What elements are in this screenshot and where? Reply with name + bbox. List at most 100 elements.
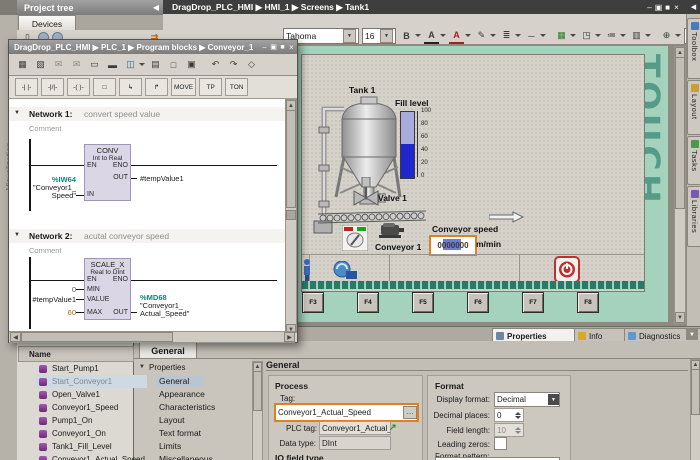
fill-level-bar[interactable] bbox=[400, 111, 415, 179]
hide-comments-icon[interactable]: ✉ bbox=[69, 58, 84, 72]
libraries-tab[interactable]: Libraries bbox=[687, 186, 700, 247]
line-weight-button[interactable]: ─ bbox=[524, 29, 546, 43]
leading-zeros-checkbox[interactable] bbox=[494, 437, 507, 450]
font-size-select[interactable]: 16 ▼ bbox=[362, 28, 396, 44]
fkey-f8[interactable]: F8 bbox=[577, 292, 599, 313]
nav-item-layout[interactable]: Layout bbox=[159, 415, 185, 425]
network2-comment[interactable]: Comment bbox=[29, 246, 62, 255]
tag-row[interactable]: Conveyor1_Actual_Speed bbox=[35, 453, 147, 460]
favorites-toggle-icon[interactable]: ▤ bbox=[148, 58, 163, 72]
go-to-next-icon[interactable]: ↷ bbox=[226, 58, 241, 72]
toolbox-tab[interactable]: Toolbox bbox=[687, 18, 700, 79]
fkey-f5[interactable]: F5 bbox=[412, 292, 434, 313]
conveyor-label[interactable]: Conveyor 1 bbox=[375, 242, 421, 252]
lad-vscrollbar[interactable]: ▲ ▼ bbox=[285, 99, 297, 333]
lad-hscroll-thumb[interactable] bbox=[21, 332, 173, 342]
fkey-f7[interactable]: F7 bbox=[522, 292, 544, 313]
plc-tag-field[interactable]: Conveyor1_Actual_Spe.. bbox=[319, 421, 391, 435]
absolute-relative-button[interactable]: ◫ bbox=[123, 58, 145, 72]
scroll-down-icon[interactable]: ▼ bbox=[675, 312, 685, 323]
arrange-button[interactable]: ▥ bbox=[629, 29, 651, 43]
plc-tag-link-icon[interactable]: ↗ bbox=[389, 422, 397, 433]
spin-up-icon[interactable] bbox=[515, 412, 521, 415]
empty-box-icon[interactable]: □ bbox=[93, 78, 116, 96]
collapse-networks-icon[interactable]: ▭ bbox=[87, 58, 102, 72]
border-style-button[interactable]: ✎ bbox=[474, 29, 496, 43]
conv-out-operand[interactable]: #tempValue1 bbox=[140, 174, 184, 183]
decimal-places-spinner[interactable]: 0 bbox=[494, 408, 524, 422]
valve-label[interactable]: Valve 1 bbox=[378, 193, 407, 203]
tag-list-header[interactable]: Name bbox=[18, 346, 134, 362]
move-instruction-button[interactable]: MOVE bbox=[171, 78, 196, 96]
devices-tab[interactable]: Devices bbox=[18, 15, 76, 31]
lad-scroll-thumb[interactable] bbox=[286, 110, 296, 208]
inspector-tab-menu-icon[interactable]: ▼ bbox=[686, 329, 698, 340]
go-to-previous-icon[interactable]: ↶ bbox=[208, 58, 223, 72]
tag-row[interactable]: Conveyor1_Speed bbox=[35, 401, 147, 414]
open-branch-icon[interactable]: ↳ bbox=[119, 78, 142, 96]
nav-item-miscellaneous[interactable]: Miscellaneous bbox=[159, 454, 213, 460]
tag-row[interactable]: Conveyor1_On bbox=[35, 427, 147, 440]
coil-icon[interactable]: -( )- bbox=[67, 78, 90, 96]
free-form-comment-icon[interactable]: ◇ bbox=[244, 58, 259, 72]
project-tree-collapse-icon[interactable]: ◀ bbox=[153, 3, 159, 12]
maximize-editor-icon[interactable]: ■ bbox=[663, 3, 672, 12]
tag-row[interactable]: Pump1_On bbox=[35, 414, 147, 427]
network1-title[interactable]: convert speed value bbox=[84, 109, 160, 119]
restore-editor-icon[interactable]: ▣ bbox=[654, 3, 663, 12]
hmi-editor-vscrollbar[interactable]: ▲ ▼ bbox=[674, 46, 686, 324]
plc-minimize-icon[interactable]: – bbox=[260, 44, 269, 51]
pump-icon[interactable] bbox=[332, 261, 358, 281]
bold-button[interactable]: B bbox=[399, 29, 421, 43]
close-branch-icon[interactable]: ↱ bbox=[145, 78, 168, 96]
conveyor-speed-label[interactable]: Conveyor speed bbox=[432, 224, 498, 234]
contact-no-icon[interactable]: -| |- bbox=[15, 78, 38, 96]
scale-max-operand[interactable]: 60 bbox=[29, 308, 76, 317]
status-on-icon[interactable]: □ bbox=[166, 58, 181, 72]
hmi-screen[interactable]: Tank 1 Fill level 100 80 60 40 20 0 bbox=[301, 54, 645, 292]
lad-editor[interactable]: ▼ Network 1: convert speed value Comment… bbox=[9, 99, 297, 333]
tag-field[interactable]: Conveyor1_Actual_Speed … bbox=[274, 403, 419, 422]
plc-maximize-icon[interactable]: ■ bbox=[278, 44, 287, 51]
rotate-button[interactable]: ◳ bbox=[579, 29, 601, 43]
tag-row[interactable]: Start_Pump1 bbox=[35, 362, 147, 375]
display-format-dropdown-icon[interactable]: ▼ bbox=[548, 394, 559, 405]
status-off-icon[interactable]: ▣ bbox=[184, 58, 199, 72]
close-editor-icon[interactable]: × bbox=[672, 3, 681, 12]
fkey-f6[interactable]: F6 bbox=[467, 292, 489, 313]
delete-network-icon[interactable]: ▧ bbox=[33, 58, 48, 72]
tag-row[interactable]: Tank1_Fill_Level bbox=[35, 440, 147, 453]
font-family-dropdown-icon[interactable]: ▼ bbox=[343, 29, 356, 43]
plc-editor-breadcrumb[interactable]: DragDrop_PLC_HMI ▶ PLC_1 ▶ Program block… bbox=[14, 43, 253, 52]
data-type-field[interactable]: DInt bbox=[319, 436, 391, 450]
fill-level-label[interactable]: Fill level bbox=[395, 98, 429, 108]
hmi-editor-breadcrumb[interactable]: DragDrop_PLC_HMI ▶ HMI_1 ▶ Screens ▶ Tan… bbox=[172, 2, 369, 13]
font-color-button[interactable]: A bbox=[424, 28, 446, 44]
inspector-nav-scrollbar[interactable]: ▲ bbox=[252, 361, 263, 460]
tag-browse-button[interactable]: … bbox=[403, 406, 417, 419]
lad-hscrollbar[interactable]: ◀ ▶ bbox=[9, 331, 295, 343]
tp-instruction-button[interactable]: TP bbox=[199, 78, 222, 96]
nav-item-limits[interactable]: Limits bbox=[159, 441, 181, 451]
network1-header[interactable]: ▼ Network 1: convert speed value bbox=[9, 107, 285, 121]
show-comments-icon[interactable]: ✉ bbox=[51, 58, 66, 72]
tank-label[interactable]: Tank 1 bbox=[349, 85, 375, 95]
network2-header[interactable]: ▼ Network 2: acutal conveyor speed bbox=[9, 229, 285, 243]
line-style-button[interactable]: ≣ bbox=[499, 29, 521, 43]
scale-value-operand[interactable]: #tempValue1 bbox=[19, 295, 76, 304]
plc-window-titlebar[interactable]: DragDrop_PLC_HMI ▶ PLC_1 ▶ Program block… bbox=[9, 40, 297, 54]
zoom-tool-button[interactable]: ⊕ bbox=[659, 29, 681, 43]
plc-editor-window[interactable]: DragDrop_PLC_HMI ▶ PLC_1 ▶ Program block… bbox=[8, 39, 298, 343]
inspector-scroll-thumb[interactable] bbox=[691, 369, 700, 415]
spin-down-icon[interactable] bbox=[515, 416, 521, 419]
minimize-editor-icon[interactable]: – bbox=[645, 3, 654, 12]
background-color-button[interactable]: A bbox=[449, 28, 471, 44]
flow-arrow-icon[interactable] bbox=[489, 211, 525, 223]
operator-icon[interactable] bbox=[301, 259, 313, 281]
plc-restore-icon[interactable]: ▣ bbox=[269, 43, 278, 51]
ton-instruction-button[interactable]: TON bbox=[225, 78, 248, 96]
nav-scroll-thumb[interactable] bbox=[253, 371, 262, 411]
nav-item-text-format[interactable]: Text format bbox=[159, 428, 201, 438]
scale-min-operand[interactable]: 0 bbox=[29, 285, 76, 294]
stop-button-icon[interactable] bbox=[554, 256, 580, 283]
